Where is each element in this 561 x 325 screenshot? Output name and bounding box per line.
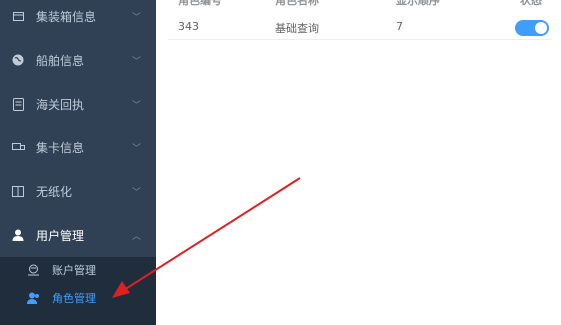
- sidebar-item-vessel-info[interactable]: 船舶信息 ﹀: [0, 38, 156, 82]
- receipt-icon: [11, 97, 25, 111]
- sidebar-item-label: 集卡信息: [36, 140, 85, 155]
- cell-display-order: 7: [396, 20, 403, 33]
- cell-role-id: 343: [178, 20, 199, 33]
- column-header-role-name: 角色名称: [275, 0, 319, 7]
- chevron-up-icon: ︿: [132, 231, 142, 242]
- table-header: 角色编号 角色名称 显示顺序 状态: [168, 0, 552, 7]
- chevron-down-icon: ﹀: [132, 143, 142, 154]
- sidebar-item-label: 无纸化: [36, 184, 73, 199]
- sidebar: 集装箱信息 ﹀ 船舶信息 ﹀ 海关回执 ﹀ 集卡信息 ﹀ 无纸化 ﹀ 用户管理: [0, 0, 156, 325]
- account-icon: [26, 263, 40, 277]
- sidebar-item-label: 集装箱信息: [36, 9, 97, 24]
- column-header-role-id: 角色编号: [178, 0, 222, 7]
- user-icon: [11, 228, 25, 242]
- sidebar-item-label: 海关回执: [36, 97, 85, 112]
- globe-icon: [11, 53, 25, 67]
- book-icon: [11, 184, 25, 198]
- sub-item-label: 账户管理: [52, 264, 96, 277]
- sidebar-item-user-management[interactable]: 用户管理 ︿: [0, 213, 156, 257]
- sidebar-item-customs-receipt[interactable]: 海关回执 ﹀: [0, 82, 156, 126]
- toggle-knob: [535, 22, 547, 34]
- truck-card-icon: [11, 140, 25, 154]
- column-header-status: 状态: [520, 0, 542, 7]
- sub-item-label: 角色管理: [52, 292, 96, 305]
- cell-role-name: 基础查询: [275, 22, 319, 35]
- chevron-down-icon: ﹀: [132, 56, 142, 67]
- chevron-down-icon: ﹀: [132, 12, 142, 23]
- table-row: 343 基础查询 7: [168, 14, 552, 40]
- chevron-down-icon: ﹀: [132, 100, 142, 111]
- container-icon: [11, 9, 25, 23]
- sidebar-item-paperless[interactable]: 无纸化 ﹀: [0, 169, 156, 213]
- sidebar-item-role-management[interactable]: 角色管理: [0, 286, 156, 310]
- sidebar-item-truck-info[interactable]: 集卡信息 ﹀: [0, 125, 156, 169]
- sidebar-item-container-info[interactable]: 集装箱信息 ﹀: [0, 0, 156, 38]
- user-management-submenu: 账户管理 角色管理: [0, 257, 156, 325]
- column-header-display-order: 显示顺序: [396, 0, 440, 7]
- status-toggle[interactable]: [515, 20, 549, 36]
- sidebar-item-account-management[interactable]: 账户管理: [0, 258, 156, 282]
- chevron-down-icon: ﹀: [132, 187, 142, 198]
- role-icon: [26, 291, 40, 305]
- sidebar-item-label: 用户管理: [36, 228, 85, 243]
- sidebar-item-label: 船舶信息: [36, 53, 85, 68]
